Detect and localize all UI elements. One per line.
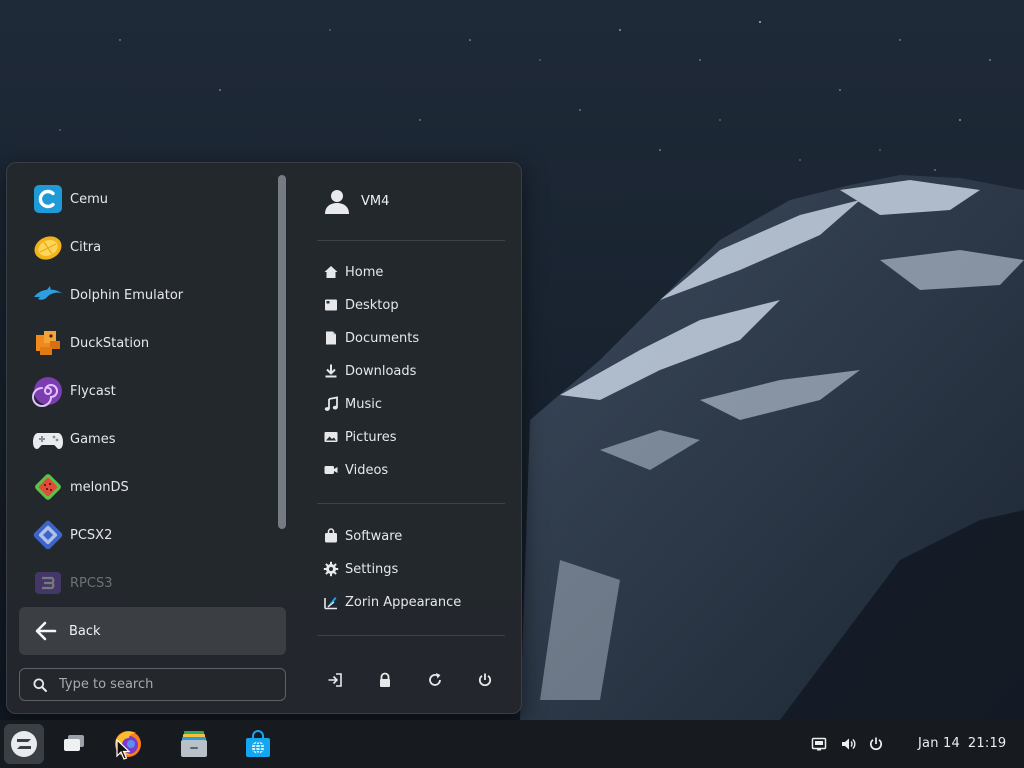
appearance-icon bbox=[324, 597, 337, 610]
separator bbox=[317, 240, 505, 241]
user-name: VM4 bbox=[361, 193, 390, 209]
music-icon bbox=[324, 396, 338, 411]
volume-icon[interactable] bbox=[840, 736, 856, 752]
dolphin-icon bbox=[34, 286, 62, 300]
app-label: Games bbox=[70, 431, 116, 447]
separator bbox=[317, 503, 505, 504]
place-videos[interactable]: Videos bbox=[323, 458, 388, 482]
clock[interactable]: Jan 14 21:19 bbox=[918, 736, 1006, 751]
search-box[interactable] bbox=[19, 668, 286, 701]
restart-button[interactable] bbox=[424, 669, 446, 691]
gear-icon bbox=[323, 561, 339, 577]
app-item-pcsx2[interactable]: PCSX2 bbox=[19, 511, 281, 559]
place-label: Desktop bbox=[345, 297, 399, 313]
app-label: melonDS bbox=[70, 479, 129, 495]
zorin-menu-button[interactable] bbox=[4, 724, 44, 764]
app-label: Dolphin Emulator bbox=[70, 287, 184, 303]
power-off-button[interactable] bbox=[474, 669, 496, 691]
logout-icon bbox=[328, 673, 342, 687]
gamepad-icon bbox=[33, 433, 63, 449]
lock-button[interactable] bbox=[374, 669, 396, 691]
app-item-melonds[interactable]: melonDS bbox=[19, 463, 281, 511]
home-icon bbox=[324, 266, 338, 278]
place-label: Settings bbox=[345, 561, 399, 577]
network-icon[interactable] bbox=[811, 736, 827, 752]
place-label: Videos bbox=[345, 462, 389, 478]
search-input[interactable] bbox=[59, 677, 269, 692]
rpcs3-icon bbox=[35, 572, 61, 594]
app-item-flycast[interactable]: Flycast bbox=[19, 367, 281, 415]
user-account-button[interactable]: VM4 bbox=[323, 183, 389, 219]
files-button[interactable] bbox=[174, 724, 214, 764]
taskbar: Jan 14 21:19 bbox=[0, 720, 1024, 768]
app-label: Flycast bbox=[70, 383, 116, 399]
back-button[interactable]: Back bbox=[19, 607, 286, 655]
power-icon bbox=[478, 673, 492, 687]
separator bbox=[317, 635, 505, 636]
melonds-icon bbox=[35, 474, 61, 500]
software-bag-icon bbox=[325, 528, 337, 543]
search-icon bbox=[33, 678, 47, 692]
app-label: Citra bbox=[70, 239, 102, 255]
download-icon bbox=[325, 364, 337, 378]
place-label: Documents bbox=[345, 330, 420, 346]
system-software[interactable]: Software bbox=[323, 524, 402, 548]
app-item-cemu[interactable]: Cemu bbox=[19, 175, 281, 223]
app-label: PCSX2 bbox=[70, 527, 113, 543]
system-settings[interactable]: Settings bbox=[323, 557, 398, 581]
workspaces-icon bbox=[64, 735, 84, 751]
place-label: Home bbox=[345, 264, 384, 280]
app-list: Cemu Citra Dolphin Emulator DuckStation … bbox=[19, 175, 281, 607]
back-label: Back bbox=[69, 623, 101, 639]
software-store-button[interactable] bbox=[238, 724, 278, 764]
lock-icon bbox=[380, 672, 390, 687]
flycast-icon bbox=[32, 377, 62, 407]
place-label: Music bbox=[345, 396, 382, 412]
place-home[interactable]: Home bbox=[323, 260, 383, 284]
app-label: RPCS3 bbox=[70, 575, 113, 591]
power-icon[interactable] bbox=[868, 736, 884, 752]
arrow-left-icon bbox=[35, 621, 57, 641]
place-label: Pictures bbox=[345, 429, 397, 445]
place-downloads[interactable]: Downloads bbox=[323, 359, 416, 383]
desktop-icon bbox=[325, 299, 337, 311]
software-store-icon bbox=[246, 730, 270, 757]
app-item-duckstation[interactable]: DuckStation bbox=[19, 319, 281, 367]
zorin-menu-icon bbox=[11, 731, 37, 757]
cemu-icon bbox=[34, 185, 62, 213]
app-label: DuckStation bbox=[70, 335, 150, 351]
files-icon bbox=[181, 731, 207, 757]
place-label: Software bbox=[345, 528, 403, 544]
clock-time: 21:19 bbox=[967, 736, 1007, 751]
system-zorin-appearance[interactable]: Zorin Appearance bbox=[323, 590, 461, 614]
duckstation-icon bbox=[36, 331, 60, 355]
app-label: Cemu bbox=[70, 191, 108, 207]
workspaces-button[interactable] bbox=[54, 724, 94, 764]
video-icon bbox=[324, 466, 338, 474]
restart-icon bbox=[429, 673, 441, 686]
app-list-scrollbar[interactable] bbox=[278, 175, 286, 529]
mouse-cursor bbox=[116, 739, 130, 760]
app-item-dolphin-emulator[interactable]: Dolphin Emulator bbox=[19, 271, 281, 319]
place-pictures[interactable]: Pictures bbox=[323, 425, 396, 449]
logout-button[interactable] bbox=[324, 669, 346, 691]
app-item-games[interactable]: Games bbox=[19, 415, 281, 463]
app-item-rpcs3[interactable]: RPCS3 bbox=[19, 559, 281, 607]
app-item-citra[interactable]: Citra bbox=[19, 223, 281, 271]
place-label: Downloads bbox=[345, 363, 417, 379]
citra-icon bbox=[34, 236, 62, 260]
clock-date: Jan 14 bbox=[918, 736, 960, 751]
place-label: Zorin Appearance bbox=[345, 594, 462, 610]
document-icon bbox=[326, 331, 336, 345]
place-desktop[interactable]: Desktop bbox=[323, 293, 399, 317]
place-music[interactable]: Music bbox=[323, 392, 382, 416]
user-icon bbox=[325, 190, 349, 214]
pcsx2-icon bbox=[33, 520, 63, 550]
start-menu: Cemu Citra Dolphin Emulator DuckStation … bbox=[6, 162, 522, 714]
place-documents[interactable]: Documents bbox=[323, 326, 419, 350]
pictures-icon bbox=[324, 432, 338, 442]
